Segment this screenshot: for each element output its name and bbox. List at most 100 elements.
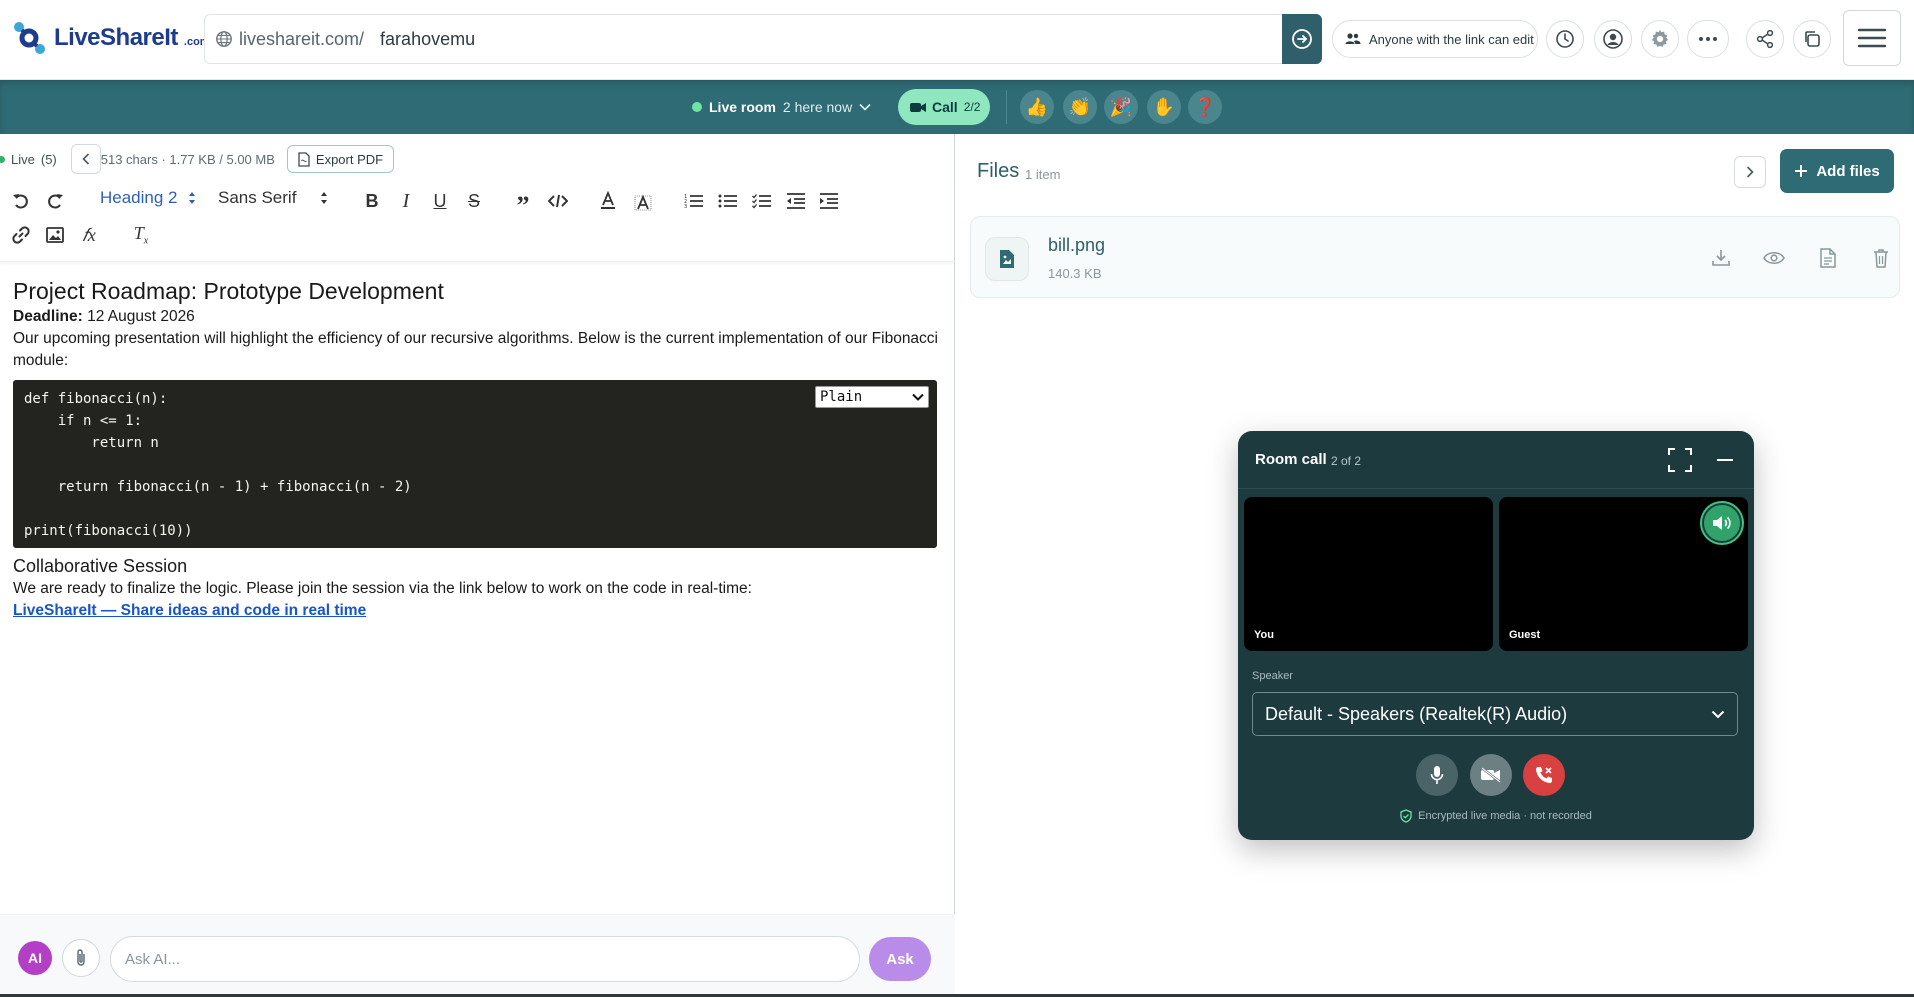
add-files-button[interactable]: Add files: [1780, 149, 1894, 193]
clear-format-button[interactable]: Tx: [128, 222, 154, 248]
ask-ai-input[interactable]: [110, 936, 860, 982]
underline-icon: U: [433, 190, 447, 211]
call-title: Room call: [1255, 451, 1327, 468]
outdent-button[interactable]: [783, 188, 809, 214]
shield-check-icon: [1400, 809, 1412, 823]
strike-button[interactable]: S: [461, 188, 487, 214]
more-dots-icon: [1699, 37, 1717, 41]
copy-icon: [1805, 31, 1820, 47]
go-button[interactable]: [1282, 14, 1322, 64]
live-room-dropdown[interactable]: Live room 2 here now: [692, 80, 871, 134]
reaction-thumbs-up[interactable]: 👍: [1020, 90, 1054, 124]
trash-icon: [1874, 249, 1888, 268]
deadline-line: Deadline: 12 August 2026: [13, 306, 943, 328]
indent-button[interactable]: [816, 188, 842, 214]
indent-icon: [820, 193, 838, 209]
strikethrough-icon: S: [467, 190, 480, 211]
logo[interactable]: LiveShareIt .com: [10, 16, 210, 60]
file-name[interactable]: bill.png: [1048, 235, 1105, 256]
file-details-button[interactable]: [1815, 245, 1841, 271]
live-dot-icon: [0, 155, 5, 163]
redo-button[interactable]: [42, 188, 68, 214]
editor-pane: Live (5) 513 chars · 1.77 KB / 5.00 MB E…: [0, 134, 955, 997]
room-call-window[interactable]: Room call 2 of 2 You Guest Speaker Defau…: [1238, 431, 1754, 840]
preview-file-button[interactable]: [1761, 245, 1787, 271]
code-language-select[interactable]: Plain: [815, 386, 929, 408]
share-mode-button[interactable]: Anyone with the link can edit: [1332, 20, 1538, 58]
speaker-select[interactable]: Default - Speakers (Realtek(R) Audio): [1252, 692, 1738, 736]
background-color-button[interactable]: [630, 190, 656, 216]
history-button[interactable]: [1546, 20, 1584, 58]
reaction-party[interactable]: 🎉: [1104, 90, 1138, 124]
room-slug-input[interactable]: [380, 28, 1241, 50]
bullet-list-button[interactable]: [715, 188, 741, 214]
document-body[interactable]: Project Roadmap: Prototype Development D…: [13, 276, 943, 622]
share-button[interactable]: [1746, 20, 1784, 58]
code-block-button[interactable]: [545, 188, 571, 214]
heading-select-value: Heading 2: [100, 188, 178, 207]
image-button[interactable]: [42, 222, 68, 248]
font-select-value: Sans Serif: [218, 188, 297, 207]
end-call-button[interactable]: [1523, 754, 1565, 796]
ask-button[interactable]: Ask: [869, 937, 931, 981]
brand-name: LiveShareIt: [54, 24, 178, 51]
ai-badge[interactable]: AI: [18, 941, 52, 975]
code-language-value: Plain: [820, 389, 863, 405]
section-title: Collaborative Session: [13, 556, 188, 576]
heading-select[interactable]: Heading 2: [100, 186, 196, 210]
expand-files-button[interactable]: [1734, 156, 1766, 188]
sort-arrows-icon: [321, 192, 328, 204]
live-room-label: Live room: [709, 99, 776, 115]
code-content[interactable]: def fibonacci(n): if n <= 1: return n re…: [24, 388, 926, 542]
more-button[interactable]: [1687, 20, 1729, 58]
minimize-button[interactable]: [1712, 447, 1738, 473]
duplicate-button[interactable]: [1793, 20, 1831, 58]
bold-button[interactable]: B: [359, 188, 385, 214]
italic-button[interactable]: I: [393, 188, 419, 214]
account-button[interactable]: [1594, 20, 1632, 58]
share-icon: [1756, 29, 1774, 49]
collapse-button[interactable]: [70, 144, 101, 174]
code-block[interactable]: def fibonacci(n): if n <= 1: return n re…: [13, 380, 937, 548]
reaction-question[interactable]: ❓: [1188, 90, 1222, 124]
reaction-clap[interactable]: 👏: [1063, 90, 1097, 124]
call-participant-count: 2 of 2: [1331, 454, 1362, 468]
underline-button[interactable]: U: [427, 188, 453, 214]
bullet-list-icon: [718, 194, 737, 208]
chevron-down-icon: [1711, 710, 1725, 718]
ask-ai-bar: AI Ask: [0, 914, 955, 997]
toggle-camera-button[interactable]: [1470, 754, 1512, 796]
speaker-volume-icon: [1713, 516, 1731, 530]
encryption-text: Encrypted live media · not recorded: [1418, 810, 1592, 822]
deadline-value: 12 August 2026: [82, 308, 195, 325]
call-button[interactable]: Call 2/2: [898, 89, 990, 125]
settings-button[interactable]: [1641, 20, 1679, 58]
link-button[interactable]: [8, 222, 34, 248]
doc-title: Project Roadmap: Prototype Development: [13, 278, 444, 304]
liveshareit-link[interactable]: LiveShareIt — Share ideas and code in re…: [13, 602, 366, 619]
undo-button[interactable]: [8, 188, 34, 214]
text-color-button[interactable]: [595, 188, 621, 214]
paperclip-icon: [77, 949, 85, 966]
font-select[interactable]: Sans Serif: [218, 186, 328, 210]
tile-label-guest: Guest: [1509, 629, 1541, 641]
mute-mic-button[interactable]: [1416, 754, 1458, 796]
live-users-indicator[interactable]: Live (5): [0, 152, 57, 167]
microphone-icon: [1430, 766, 1444, 784]
svg-text:3: 3: [684, 204, 687, 209]
call-header[interactable]: Room call 2 of 2: [1238, 431, 1754, 489]
fullscreen-button[interactable]: [1667, 447, 1693, 473]
reaction-raise-hand[interactable]: ✋: [1147, 90, 1181, 124]
download-file-button[interactable]: [1708, 245, 1734, 271]
delete-file-button[interactable]: [1868, 245, 1894, 271]
video-tile-you[interactable]: You: [1244, 497, 1493, 651]
file-item[interactable]: bill.png 140.3 KB: [970, 216, 1900, 298]
attach-button[interactable]: [62, 939, 100, 977]
blockquote-button[interactable]: ”: [510, 188, 536, 220]
ordered-list-button[interactable]: 123: [681, 188, 707, 214]
video-tile-guest[interactable]: Guest: [1499, 497, 1748, 651]
hamburger-menu-button[interactable]: [1843, 10, 1901, 66]
export-pdf-button[interactable]: Export PDF: [286, 145, 395, 173]
formula-button[interactable]: 𝑓x: [76, 222, 102, 248]
checklist-button[interactable]: [749, 188, 775, 214]
